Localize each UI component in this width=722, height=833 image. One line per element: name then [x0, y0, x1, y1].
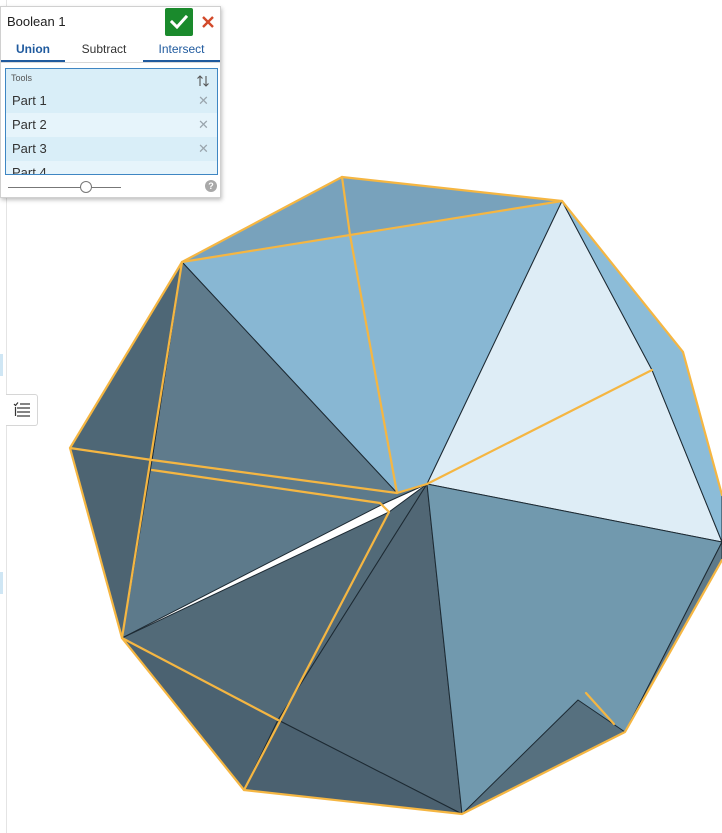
help-icon[interactable]: ? — [205, 180, 217, 192]
facet — [426, 483, 722, 815]
tab-subtract[interactable]: Subtract — [65, 38, 143, 62]
boolean-feature-dialog: Boolean 1 Union Subtract Intersect Tools… — [0, 6, 221, 198]
tab-union[interactable]: Union — [1, 38, 65, 62]
tool-item-label: Part 1 — [12, 93, 47, 108]
feature-list-toggle[interactable] — [6, 394, 38, 426]
tool-item-part-1[interactable]: Part 1 ✕ — [6, 89, 217, 113]
dialog-header: Boolean 1 — [1, 7, 220, 37]
opacity-slider-track[interactable] — [8, 187, 121, 188]
operation-tabs: Union Subtract Intersect — [1, 38, 220, 63]
close-icon — [202, 16, 214, 28]
opacity-slider-thumb[interactable] — [80, 181, 92, 193]
close-icon[interactable]: ✕ — [198, 93, 209, 109]
rail-marker — [0, 354, 3, 376]
sort-icon[interactable] — [196, 74, 210, 88]
check-icon — [170, 15, 188, 29]
accept-button[interactable] — [165, 8, 193, 36]
tool-item-part-2[interactable]: Part 2 ✕ — [6, 113, 217, 137]
tool-item-part-4[interactable]: Part 4 — [6, 161, 217, 175]
tool-item-label: Part 4 — [12, 165, 47, 175]
cancel-button[interactable] — [197, 10, 219, 34]
list-icon — [13, 402, 30, 417]
close-icon[interactable]: ✕ — [198, 141, 209, 157]
tool-item-label: Part 2 — [12, 117, 47, 132]
tools-label: Tools — [11, 73, 33, 83]
tool-item-label: Part 3 — [12, 141, 47, 156]
rail-marker — [0, 572, 3, 594]
dialog-title: Boolean 1 — [7, 14, 66, 29]
tool-item-part-3[interactable]: Part 3 ✕ — [6, 137, 217, 161]
solid-part[interactable] — [69, 176, 722, 815]
tab-intersect[interactable]: Intersect — [143, 38, 220, 62]
close-icon[interactable]: ✕ — [198, 117, 209, 133]
tools-selection-list[interactable]: Tools Part 1 ✕ Part 2 ✕ Part 3 ✕ Part 4 — [5, 68, 218, 175]
